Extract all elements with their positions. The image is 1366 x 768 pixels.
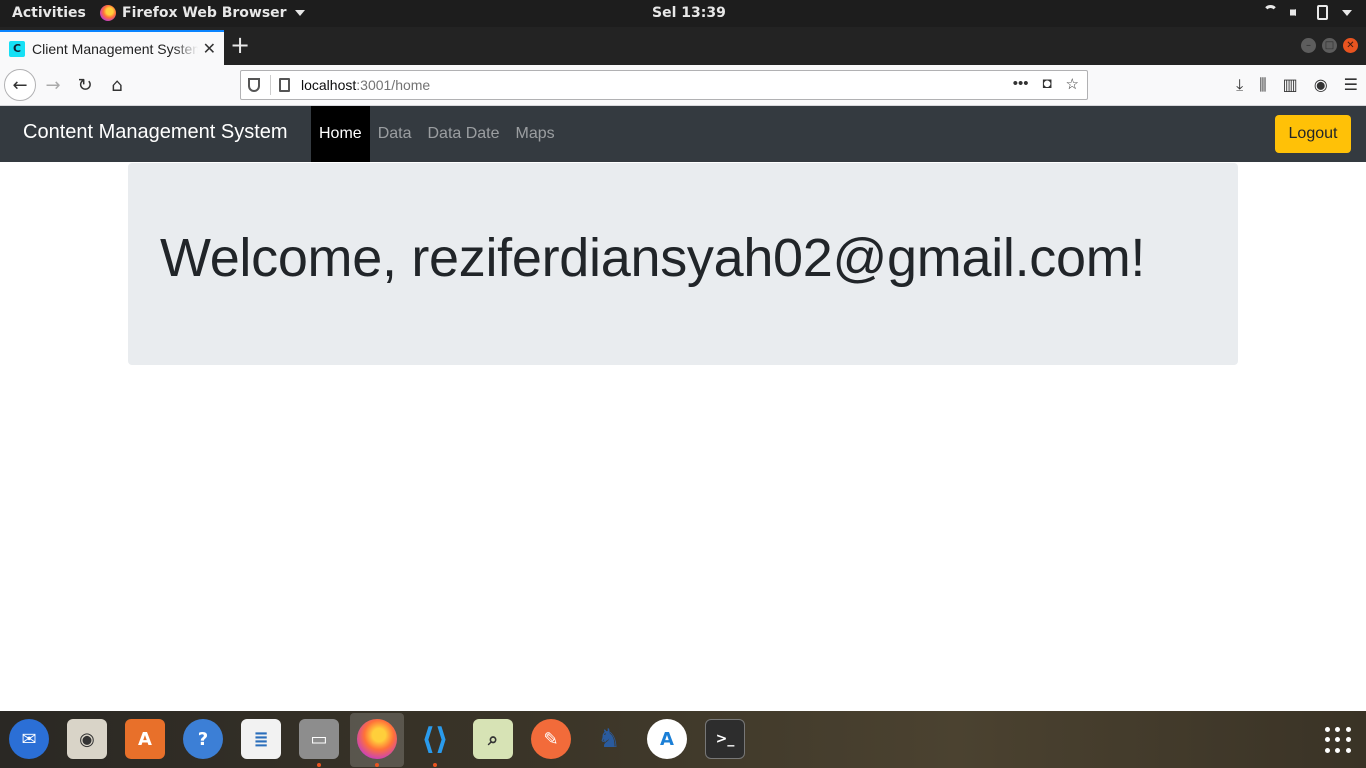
url-actions: ••• ◘ ☆	[1013, 75, 1079, 93]
postman-icon[interactable]: ✎	[531, 719, 571, 759]
welcome-jumbotron: Welcome, reziferdiansyah02@gmail.com!	[128, 163, 1238, 365]
library-icon[interactable]: ⫼	[1259, 75, 1266, 95]
clock[interactable]: Sel 13:39	[652, 5, 726, 21]
minimize-button[interactable]: –	[1301, 38, 1316, 53]
browser-tab[interactable]: C Client Management System ✕	[0, 30, 224, 65]
pocket-icon[interactable]: ◘	[1042, 75, 1051, 93]
site-nav-menu: Home Data Data Date Maps	[311, 106, 563, 162]
battery-icon	[1317, 5, 1328, 20]
software-center-icon[interactable]: A	[125, 719, 165, 759]
volume-icon	[1290, 5, 1301, 20]
url-path: :3001/home	[356, 77, 431, 93]
close-window-button[interactable]: ✕	[1343, 38, 1358, 53]
download-icon[interactable]: ⤓	[1236, 75, 1243, 95]
maximize-button[interactable]: □	[1322, 38, 1337, 53]
toolbar-icons: ⤓ ⫼ ▥ ◉ ☰	[1236, 75, 1358, 95]
firefox-icon[interactable]	[357, 719, 397, 759]
forward-button[interactable]: →	[37, 69, 69, 101]
running-indicator	[317, 763, 321, 767]
activities-button[interactable]: Activities	[12, 5, 86, 21]
back-button[interactable]: ←	[4, 69, 36, 101]
home-button[interactable]: ⌂	[101, 69, 133, 101]
welcome-heading: Welcome, reziferdiansyah02@gmail.com!	[160, 228, 1146, 288]
show-applications-icon[interactable]	[1325, 727, 1351, 753]
nav-item-data[interactable]: Data	[370, 106, 420, 162]
url-host: localhost	[301, 77, 357, 93]
url-bar[interactable]: localhost:3001/home ••• ◘ ☆	[240, 70, 1088, 100]
nav-item-home[interactable]: Home	[311, 106, 370, 162]
url-text[interactable]: localhost:3001/home	[301, 77, 430, 93]
app-menu-label: Firefox Web Browser	[122, 5, 287, 21]
wifi-icon	[1263, 5, 1278, 20]
system-tray[interactable]	[1263, 5, 1352, 20]
shield-icon[interactable]	[248, 78, 260, 92]
writer-icon[interactable]: ≣	[241, 719, 281, 759]
site-brand[interactable]: Content Management System	[23, 121, 288, 144]
logout-button[interactable]: Logout	[1275, 115, 1351, 153]
pgadmin-icon[interactable]: ♞	[589, 719, 629, 759]
image-viewer-icon[interactable]: ⌕	[473, 719, 513, 759]
running-indicator	[375, 763, 379, 767]
firefox-icon	[100, 5, 116, 21]
nav-item-data-date[interactable]: Data Date	[419, 106, 507, 162]
system-top-bar: Activities Firefox Web Browser Sel 13:39	[0, 0, 1366, 27]
chevron-down-icon	[1342, 9, 1352, 16]
new-tab-button[interactable]: +	[230, 33, 250, 57]
nav-item-maps[interactable]: Maps	[508, 106, 563, 162]
android-studio-icon[interactable]: A	[647, 719, 687, 759]
vscode-icon[interactable]: ⟨⟩	[415, 719, 455, 759]
tab-title: Client Management System	[32, 40, 198, 57]
divider	[270, 75, 271, 95]
rhythmbox-icon[interactable]: ◉	[67, 719, 107, 759]
account-icon[interactable]: ◉	[1314, 75, 1328, 95]
menu-icon[interactable]: ☰	[1344, 75, 1358, 95]
browser-toolbar: ← → ↻ ⌂ localhost:3001/home ••• ◘ ☆ ⤓ ⫼ …	[0, 65, 1366, 106]
app-menu[interactable]: Firefox Web Browser	[100, 5, 305, 21]
page-icon[interactable]	[279, 78, 290, 92]
reload-button[interactable]: ↻	[69, 69, 101, 101]
chevron-down-icon	[294, 10, 305, 16]
site-navbar: Content Management System Home Data Data…	[0, 106, 1366, 162]
tab-strip: C Client Management System ✕ + – □ ✕	[0, 27, 1366, 65]
terminal-icon[interactable]: >_	[705, 719, 745, 759]
close-icon[interactable]: ✕	[203, 39, 216, 58]
sidebar-icon[interactable]: ▥	[1283, 75, 1298, 95]
files-icon[interactable]: ▭	[299, 719, 339, 759]
running-indicator	[433, 763, 437, 767]
more-icon[interactable]: •••	[1013, 75, 1029, 93]
help-icon[interactable]: ?	[183, 719, 223, 759]
star-icon[interactable]: ☆	[1066, 75, 1079, 93]
thunderbird-icon[interactable]: ✉	[9, 719, 49, 759]
window-controls: – □ ✕	[1301, 38, 1358, 53]
site-favicon-icon: C	[9, 40, 25, 57]
dock: ✉ ◉ A ? ≣ ▭ ⟨⟩ ⌕ ✎ ♞ A >_	[0, 711, 1366, 768]
